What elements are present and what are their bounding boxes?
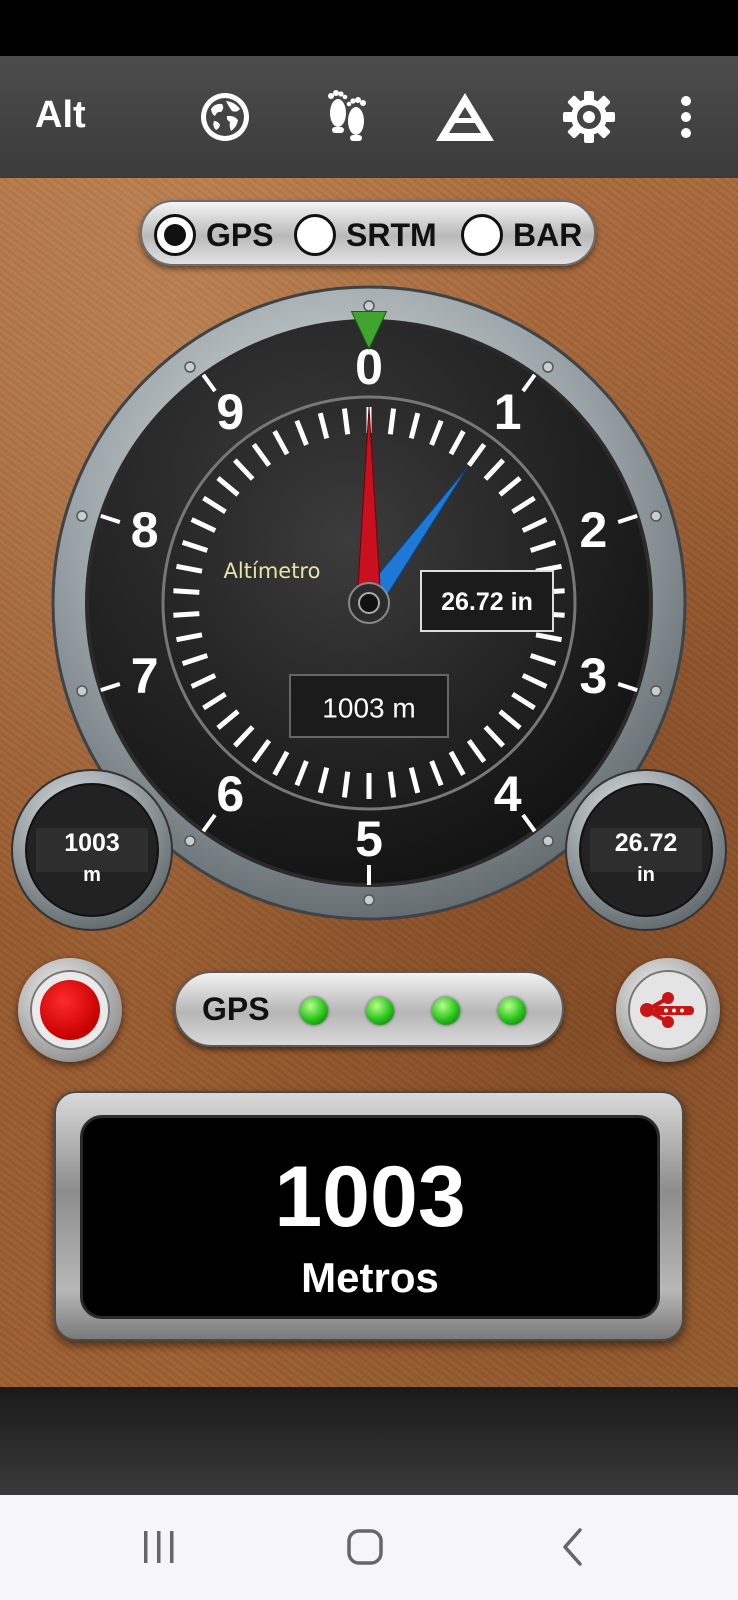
main-readout-unit: Metros [301, 1254, 439, 1301]
dial-number-5: 5 [355, 811, 383, 867]
mini-gauge-left-unit: m [83, 864, 101, 886]
dial-minor-tick [341, 408, 351, 435]
app-bar: Alt [0, 56, 738, 178]
dial-number-1: 1 [494, 384, 522, 440]
dial-number-8: 8 [131, 502, 159, 558]
gps-signal-led-3 [432, 997, 460, 1025]
globe-icon [201, 93, 249, 141]
dial-number-3: 3 [579, 648, 607, 704]
system-nav-bar [0, 1495, 738, 1600]
dial-number-2: 2 [579, 502, 607, 558]
record-button-inner [30, 970, 110, 1050]
dial-minor-tick [173, 611, 200, 618]
more-options-button[interactable] [656, 84, 716, 150]
more-vert-icon [681, 96, 691, 138]
dial-number-4: 4 [494, 766, 522, 822]
globe-button[interactable] [192, 84, 258, 150]
status-bar [0, 0, 738, 56]
dial-minor-tick [173, 588, 200, 595]
gps-signal-led-4 [498, 997, 526, 1025]
app-title: Alt [35, 94, 86, 136]
mini-gauge-left-value: 1003 [64, 829, 120, 857]
pressure-mini-gauge: 26.72 in [565, 769, 727, 931]
gauge-label: Altímetro [224, 559, 321, 583]
share-button[interactable] [616, 958, 720, 1062]
altitude-mini-gauge: 1003 m [11, 769, 173, 931]
mountain-button[interactable] [432, 84, 498, 150]
gear-icon [563, 91, 615, 143]
gps-status-bar: GPS [174, 971, 564, 1047]
dial-number-7: 7 [131, 648, 159, 704]
back-icon [563, 1528, 582, 1566]
back-button[interactable] [543, 1521, 603, 1573]
record-icon [40, 980, 100, 1040]
dial-number-6: 6 [216, 766, 244, 822]
share-button-inner [628, 970, 708, 1050]
gps-signal-led-2 [366, 997, 394, 1025]
bottom-strip [0, 1387, 738, 1495]
main-panel: GPS SRTM BAR 0 1 2 3 4 5 6 7 8 9 Altímet… [0, 178, 738, 1387]
record-button[interactable] [18, 958, 122, 1062]
share-icon [640, 992, 694, 1028]
dial-number-9: 9 [216, 384, 244, 440]
recent-apps-icon [144, 1531, 174, 1563]
dial-minor-tick [341, 771, 351, 798]
pressure-readout: 26.72 in [441, 588, 533, 616]
main-readout-value: 1003 [274, 1149, 466, 1245]
altimeter-gauge: 0 1 2 3 4 5 6 7 8 9 Altímetro 26.72 in 1… [11, 285, 727, 931]
footprints-icon [328, 90, 366, 141]
needle-hub-center [358, 592, 380, 614]
settings-button[interactable] [556, 84, 622, 150]
home-icon [347, 1529, 383, 1565]
dial-minor-tick [387, 771, 397, 798]
dial-minor-tick [387, 408, 397, 435]
mountain-icon [436, 93, 494, 141]
footprints-button[interactable] [313, 84, 379, 150]
mini-gauge-right-value: 26.72 [615, 829, 678, 857]
gps-status-label: GPS [202, 991, 270, 1027]
main-readout-screen: 1003 Metros [80, 1115, 660, 1319]
altitude-readout: 1003 m [322, 693, 415, 724]
home-button[interactable] [335, 1521, 395, 1573]
gps-signal-led-1 [300, 997, 328, 1025]
recent-apps-button[interactable] [129, 1521, 189, 1573]
main-readout-frame: 1003 Metros [54, 1091, 684, 1341]
mini-gauge-right-unit: in [637, 864, 655, 886]
